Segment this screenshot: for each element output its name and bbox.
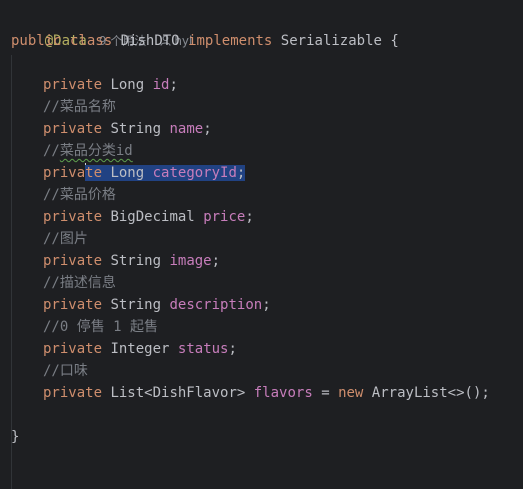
- comment-prefix: //: [43, 143, 60, 159]
- field-name: flavors: [253, 385, 313, 401]
- modifier-part-a: priva: [43, 165, 86, 181]
- modifier: private: [43, 297, 103, 313]
- keyword-new: new: [338, 385, 364, 401]
- field-name: id: [152, 77, 170, 93]
- assign-operator: =: [312, 385, 339, 401]
- field-flavors[interactable]: private List<DishFlavor> flavors = new A…: [43, 382, 490, 404]
- comment-text-typo: 菜品分类id: [59, 143, 133, 159]
- keyword-class: class: [70, 33, 113, 49]
- keyword-implements: implements: [188, 33, 273, 49]
- class-declaration[interactable]: public class DishDTO implements Serializ…: [11, 30, 399, 52]
- modifier: private: [43, 209, 103, 225]
- field-type: BigDecimal: [110, 209, 195, 225]
- field-name: image: [169, 253, 212, 269]
- field-type: Long: [110, 77, 145, 93]
- code-editor[interactable]: @Data 9 个用法 hyl public class DishDTO imple…: [0, 0, 523, 489]
- open-brace: {: [390, 33, 399, 49]
- field-type: String: [110, 121, 162, 137]
- comment-category[interactable]: //菜品分类id: [43, 140, 133, 162]
- field-category-id[interactable]: private Long categoryId;: [43, 162, 246, 184]
- field-type: List<DishFlavor>: [110, 385, 246, 401]
- modifier: private: [43, 385, 103, 401]
- selection: te Long categoryId;: [85, 165, 246, 181]
- comment-description[interactable]: //描述信息: [43, 272, 116, 294]
- modifier-part-b: te: [85, 165, 103, 181]
- field-type: Integer: [110, 341, 170, 357]
- modifier: private: [43, 121, 103, 137]
- comment-flavor[interactable]: //口味: [43, 360, 88, 382]
- modifier: private: [43, 341, 103, 357]
- modifier: private: [43, 253, 103, 269]
- field-name: categoryId: [152, 165, 237, 181]
- keyword-public: public: [11, 33, 62, 49]
- field-name: status: [177, 341, 229, 357]
- field-type: Long: [110, 165, 145, 181]
- semicolon: ;: [236, 165, 246, 181]
- field-description[interactable]: private String description;: [43, 294, 271, 316]
- field-name[interactable]: private String name;: [43, 118, 212, 140]
- comment-image[interactable]: //图片: [43, 228, 88, 250]
- field-name: price: [203, 209, 246, 225]
- comment-status[interactable]: //0 停售 1 起售: [43, 316, 158, 338]
- interface-name[interactable]: Serializable: [281, 33, 382, 49]
- field-status[interactable]: private Integer status;: [43, 338, 237, 360]
- modifier: private: [43, 77, 103, 93]
- initializer: ArrayList<>();: [371, 385, 490, 401]
- comment-dish-name[interactable]: //菜品名称: [43, 96, 116, 118]
- closing-brace[interactable]: }: [11, 426, 19, 448]
- indent-guide: [11, 55, 12, 489]
- field-name: name: [169, 121, 204, 137]
- field-price[interactable]: private BigDecimal price;: [43, 206, 254, 228]
- field-id[interactable]: private Long id;: [43, 74, 178, 96]
- field-type: String: [110, 297, 162, 313]
- field-name: description: [169, 297, 263, 313]
- class-name[interactable]: DishDTO: [121, 33, 180, 49]
- field-image[interactable]: private String image;: [43, 250, 220, 272]
- comment-price[interactable]: //菜品价格: [43, 184, 116, 206]
- annotation-line: @Data 9 个用法 hyl: [11, 8, 193, 49]
- field-type: String: [110, 253, 162, 269]
